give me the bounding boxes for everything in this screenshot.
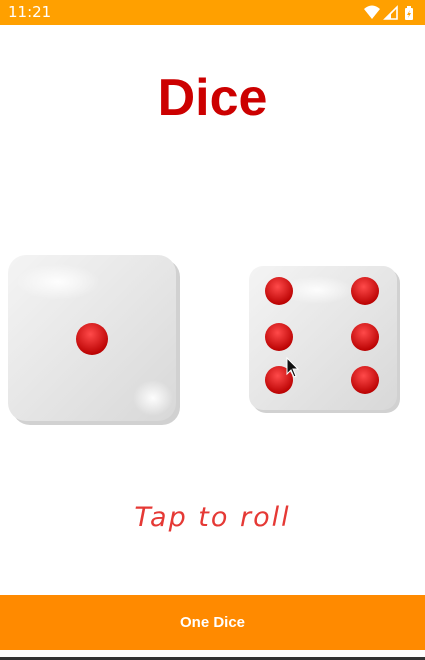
battery-icon: [405, 6, 413, 20]
status-time: 11:21: [8, 3, 52, 21]
status-icons: [363, 4, 417, 22]
dice-area[interactable]: [0, 250, 425, 430]
one-dice-button[interactable]: One Dice: [0, 595, 425, 650]
tap-to-roll-hint: Tap to roll: [134, 502, 291, 533]
die-right[interactable]: [245, 262, 405, 417]
mouse-cursor-icon: [286, 357, 300, 378]
die-left[interactable]: [3, 250, 185, 430]
wifi-icon: [364, 5, 380, 19]
navigation-bar: [0, 650, 425, 660]
app-title: Dice: [157, 69, 268, 127]
signal-icon: [383, 5, 398, 20]
status-bar: 11:21: [0, 0, 425, 25]
